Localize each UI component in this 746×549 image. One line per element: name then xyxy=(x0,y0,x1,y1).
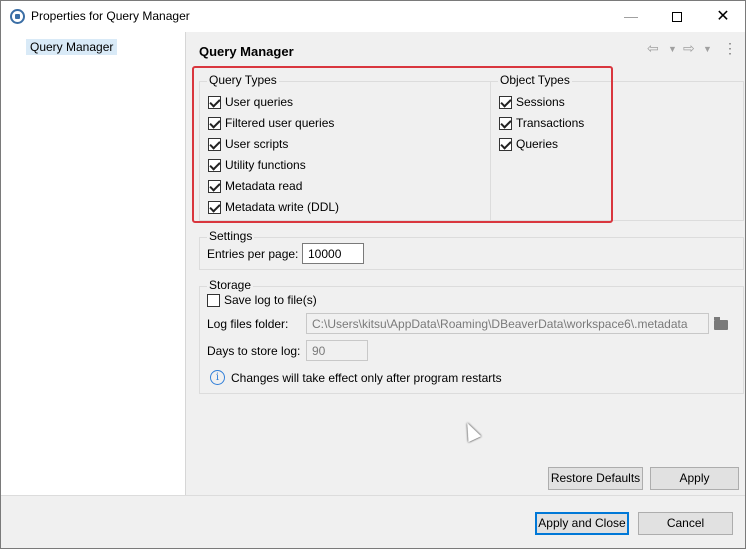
restore-defaults-button[interactable]: Restore Defaults xyxy=(548,467,643,490)
log-folder-label: Log files folder: xyxy=(207,317,289,331)
window-title: Properties for Query Manager xyxy=(31,9,190,23)
dialog-button-bar: Apply and Close Cancel xyxy=(1,495,745,548)
view-menu-icon[interactable]: ⋮ xyxy=(723,40,737,57)
folder-icon[interactable] xyxy=(714,317,728,330)
apply-and-close-button[interactable]: Apply and Close xyxy=(535,512,629,535)
app-icon xyxy=(10,9,25,24)
days-to-store-input[interactable] xyxy=(306,340,368,361)
maximize-button[interactable] xyxy=(654,1,700,32)
cancel-button[interactable]: Cancel xyxy=(638,512,733,535)
save-log-checkbox[interactable]: Save log to file(s) xyxy=(207,292,317,308)
page-title: Query Manager xyxy=(199,44,294,59)
back-arrow-icon[interactable]: ⇦ xyxy=(647,40,659,57)
close-button[interactable]: ✕ xyxy=(700,1,746,32)
properties-tree: Query Manager xyxy=(1,32,186,495)
checkbox-icon[interactable] xyxy=(207,293,220,307)
back-dropdown-icon[interactable]: ▼ xyxy=(668,44,677,54)
storage-label: Storage xyxy=(207,278,254,292)
maximize-icon xyxy=(672,12,682,23)
info-icon: i xyxy=(210,370,225,385)
forward-dropdown-icon[interactable]: ▼ xyxy=(703,44,712,54)
properties-dialog: Properties for Query Manager — ✕ Query M… xyxy=(0,0,746,549)
log-folder-input[interactable] xyxy=(306,313,709,334)
settings-label: Settings xyxy=(207,229,255,243)
tree-item-query-manager[interactable]: Query Manager xyxy=(26,39,118,55)
highlight-annotation xyxy=(192,66,613,223)
forward-arrow-icon[interactable]: ⇨ xyxy=(683,40,695,57)
days-to-store-label: Days to store log: xyxy=(207,344,301,358)
restart-info-text: Changes will take effect only after prog… xyxy=(231,371,502,385)
apply-button[interactable]: Apply xyxy=(650,467,739,490)
entries-per-page-label: Entries per page: xyxy=(207,247,299,261)
checkbox-label: Save log to file(s) xyxy=(224,293,317,307)
entries-per-page-input[interactable] xyxy=(302,243,364,264)
title-bar: Properties for Query Manager — ✕ xyxy=(1,1,745,32)
minimize-button[interactable]: — xyxy=(608,1,654,32)
